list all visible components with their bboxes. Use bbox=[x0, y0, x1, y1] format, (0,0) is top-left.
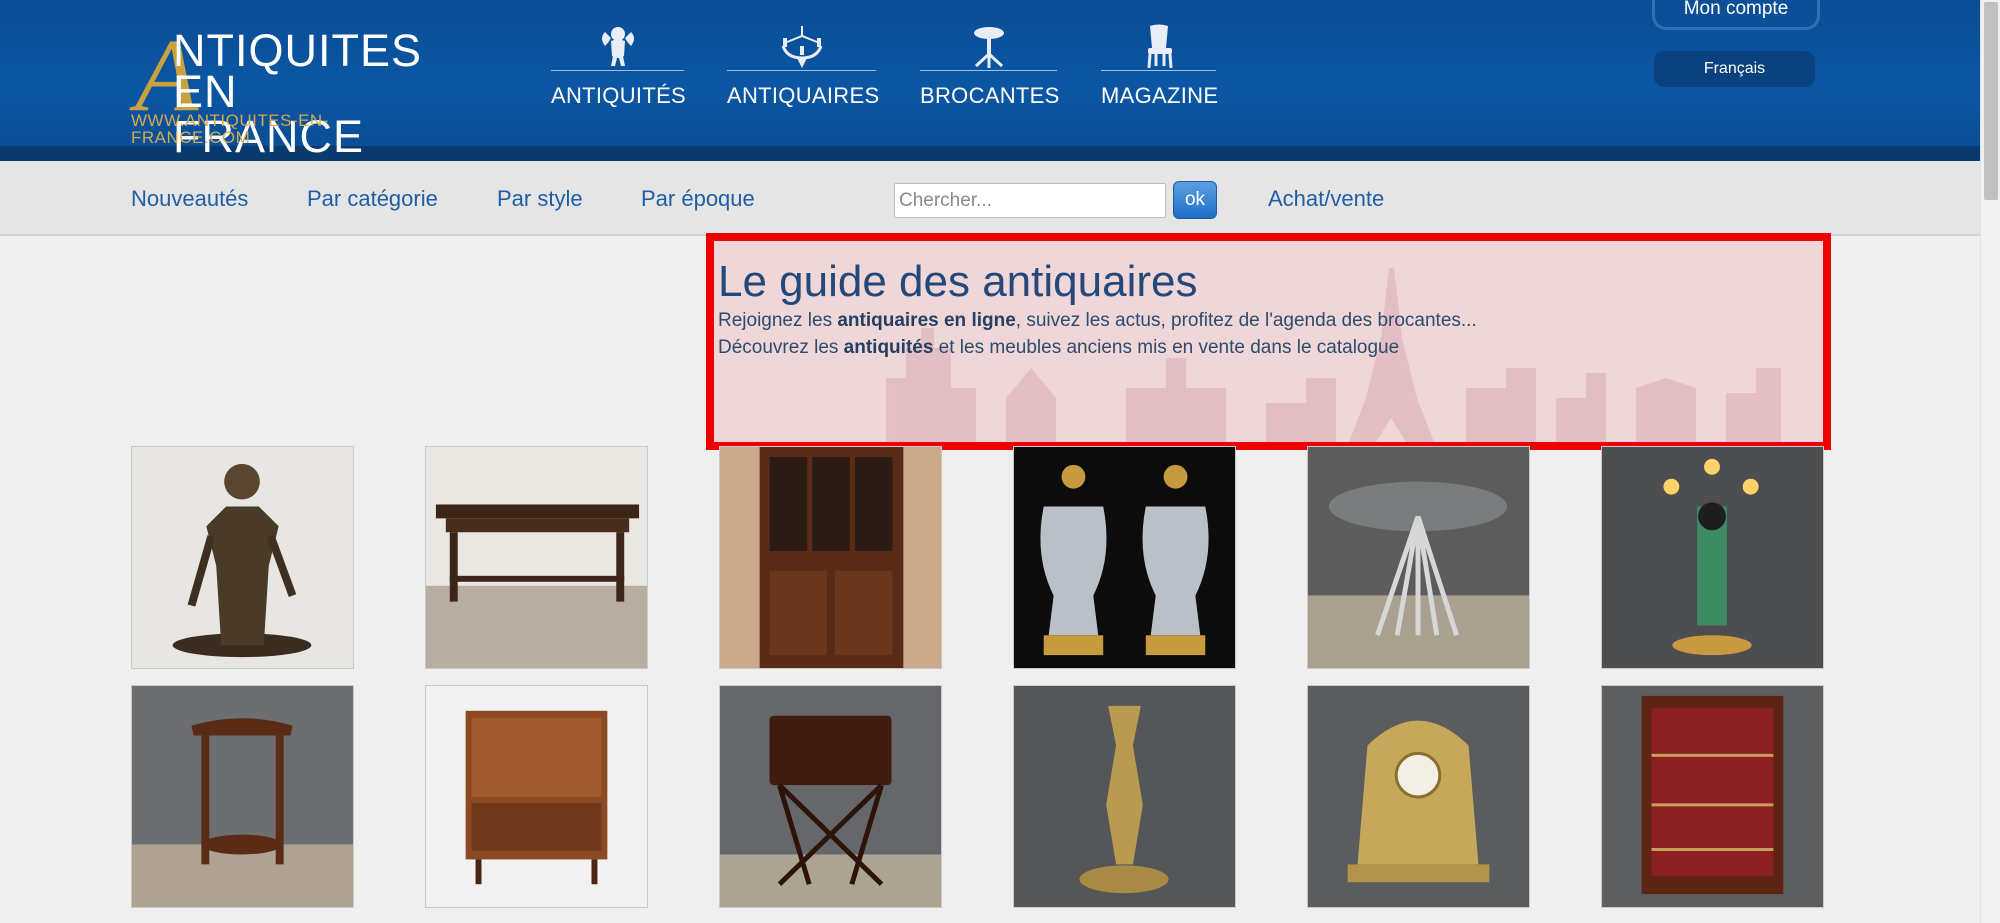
nav-item-brocantes[interactable]: BROCANTES bbox=[920, 24, 1060, 114]
vertical-scrollbar[interactable] bbox=[1980, 0, 2000, 923]
search-ok-button[interactable]: ok bbox=[1173, 181, 1217, 219]
farmhouse-table-image bbox=[426, 447, 647, 668]
mahogany-vitrine-image bbox=[1602, 686, 1823, 907]
nav-divider bbox=[727, 70, 876, 71]
product-thumb[interactable] bbox=[1601, 685, 1824, 908]
product-thumb[interactable] bbox=[1601, 446, 1824, 669]
my-account-button[interactable]: Mon compte bbox=[1652, 0, 1820, 30]
language-selector[interactable]: Français bbox=[1654, 51, 1815, 87]
nav-label: ANTIQUITÉS bbox=[551, 83, 687, 108]
twisted-side-table-image bbox=[132, 686, 353, 907]
sub-nav-par-style[interactable]: Par style bbox=[497, 186, 583, 212]
wheat-sheaf-glass-table-image bbox=[1308, 447, 1529, 668]
nav-divider bbox=[551, 70, 684, 71]
nav-item-antiquites[interactable]: ANTIQUITÉS bbox=[551, 24, 687, 114]
product-thumb[interactable] bbox=[425, 446, 648, 669]
product-thumb[interactable] bbox=[1307, 685, 1530, 908]
nav-divider bbox=[920, 70, 1057, 71]
product-thumb[interactable] bbox=[1013, 685, 1236, 908]
sub-nav-nouveautes[interactable]: Nouveautés bbox=[131, 186, 248, 212]
product-thumb[interactable] bbox=[1013, 446, 1236, 669]
intro-line-1: Rejoignez les antiquaires en ligne, suiv… bbox=[718, 310, 1477, 331]
sub-nav: Nouveautés Par catégorie Par style Par é… bbox=[0, 161, 1980, 236]
product-thumb[interactable] bbox=[1307, 446, 1530, 669]
chandelier-icon bbox=[781, 26, 822, 68]
page-title: Le guide des antiquaires bbox=[718, 257, 1198, 306]
gilt-bronze-statue-image bbox=[1014, 686, 1235, 907]
product-thumb[interactable] bbox=[131, 685, 354, 908]
marble-vase-pair-image bbox=[1014, 447, 1235, 668]
sub-nav-achat-vente[interactable]: Achat/vente bbox=[1268, 186, 1384, 212]
intro-line-2: Découvrez les antiquités et les meubles … bbox=[718, 337, 1400, 358]
product-thumb[interactable] bbox=[719, 446, 942, 669]
nav-label: BROCANTES bbox=[920, 83, 1060, 108]
chair-icon bbox=[1147, 24, 1172, 69]
product-thumb[interactable] bbox=[131, 446, 354, 669]
antiquaires-link[interactable]: antiquaires en ligne bbox=[837, 310, 1015, 331]
sewing-table-image bbox=[720, 686, 941, 907]
bronze-knight-statue-image bbox=[132, 447, 353, 668]
teak-sideboard-image bbox=[426, 686, 647, 907]
nav-label: ANTIQUAIRES bbox=[727, 83, 880, 108]
product-thumb[interactable] bbox=[719, 685, 942, 908]
search-input[interactable] bbox=[894, 183, 1166, 218]
nav-label: MAGAZINE bbox=[1101, 83, 1219, 108]
sub-nav-par-epoque[interactable]: Par époque bbox=[641, 186, 755, 212]
antiquites-link[interactable]: antiquités bbox=[844, 337, 934, 358]
nav-item-antiquaires[interactable]: ANTIQUAIRES bbox=[727, 24, 880, 114]
blackamoor-torchere-image bbox=[1602, 447, 1823, 668]
sub-nav-par-categorie[interactable]: Par catégorie bbox=[307, 186, 438, 212]
scrollbar-thumb[interactable] bbox=[1984, 2, 1998, 200]
site-logo[interactable]: A NTIQUITES EN FRANCE WWW.ANTIQUITES-EN-… bbox=[131, 24, 436, 160]
cherub-icon bbox=[601, 27, 634, 66]
nav-item-magazine[interactable]: MAGAZINE bbox=[1101, 24, 1219, 114]
pedestal-table-icon bbox=[973, 27, 1004, 68]
product-thumb[interactable] bbox=[425, 685, 648, 908]
display-cabinet-image bbox=[720, 447, 941, 668]
site-header: A NTIQUITES EN FRANCE WWW.ANTIQUITES-EN-… bbox=[0, 0, 1980, 161]
nav-divider bbox=[1101, 70, 1216, 71]
gilt-mantel-clock-image bbox=[1308, 686, 1529, 907]
logo-url: WWW.ANTIQUITES-EN-FRANCE.COM bbox=[131, 111, 329, 147]
